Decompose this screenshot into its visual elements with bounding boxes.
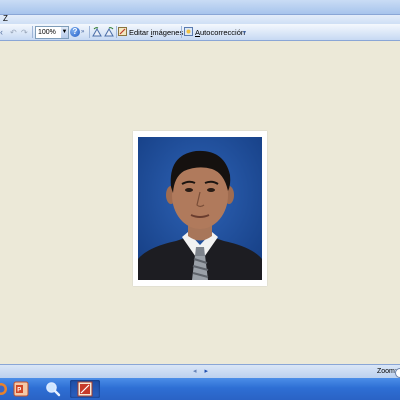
toolbar-separator xyxy=(181,26,182,38)
page-navigation: ◂ ▸ xyxy=(193,367,208,375)
toolbar-overflow-icon[interactable]: » xyxy=(81,26,84,38)
autocorrect-label: Autocorrección xyxy=(195,27,246,37)
next-page-icon[interactable]: ▸ xyxy=(204,368,208,375)
autocorrect-icon xyxy=(184,26,193,38)
portrait-photo xyxy=(138,137,262,280)
menu-bar: Z xyxy=(0,14,400,24)
zoom-dropdown-button[interactable]: ▼ xyxy=(61,26,69,39)
rotate-left-icon[interactable] xyxy=(92,26,103,38)
image-viewer-area[interactable] xyxy=(0,41,400,364)
autocorrect-button[interactable]: Autocorrección xyxy=(184,26,245,38)
edit-images-button[interactable]: Editar imágenes... xyxy=(118,26,189,38)
search-icon[interactable] xyxy=(38,380,68,398)
photo-frame xyxy=(133,131,267,286)
toolbar-separator xyxy=(32,26,33,38)
toolbar-options-icon[interactable]: ▾ xyxy=(243,26,246,38)
windows-taskbar: P xyxy=(0,378,400,400)
toolbar: ‹ ↶ ↷ 100% ▼ ? » Editar imágenes... Auto… xyxy=(0,24,400,41)
previous-page-icon[interactable]: ◂ xyxy=(193,368,197,375)
portrait-illustration xyxy=(138,137,262,280)
help-icon[interactable]: ? xyxy=(70,27,80,37)
window-title-bar xyxy=(0,0,400,15)
menu-item[interactable]: Z xyxy=(3,14,8,23)
rotate-right-icon[interactable] xyxy=(104,26,115,38)
zoom-label: Zoom: xyxy=(377,368,397,375)
edit-images-icon xyxy=(118,26,127,38)
zoom-slider-control[interactable] xyxy=(395,368,400,378)
toolbar-separator xyxy=(89,26,90,38)
powerpoint-icon[interactable]: P xyxy=(6,380,36,398)
toolbar-separator xyxy=(116,26,117,38)
previous-arrow-icon[interactable]: ‹ xyxy=(0,26,8,38)
undo-icon[interactable]: ↶ xyxy=(10,26,17,38)
status-bar: ◂ ▸ Zoom: xyxy=(0,364,400,379)
svg-text:P: P xyxy=(17,388,21,394)
picture-manager-icon[interactable] xyxy=(70,380,100,398)
redo-icon[interactable]: ↷ xyxy=(21,26,28,38)
